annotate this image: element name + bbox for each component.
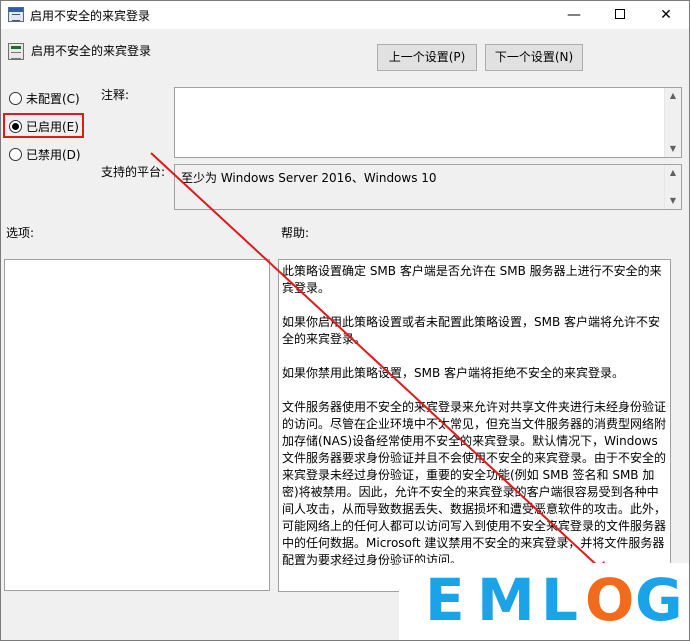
options-label: 选项: — [6, 226, 35, 240]
help-paragraph: 如果你禁用此策略设置，SMB 客户端将拒绝不安全的来宾登录。 — [282, 366, 625, 380]
scroll-down-icon[interactable]: ▼ — [665, 141, 681, 157]
policy-setting-icon — [8, 43, 24, 60]
supported-on-scrollbar[interactable]: ▲ ▼ — [664, 165, 681, 209]
radio-not-configured-label: 未配置(C) — [26, 91, 80, 106]
window-title: 启用不安全的来宾登录 — [30, 9, 151, 23]
comment-scrollbar[interactable]: ▲ ▼ — [664, 88, 681, 157]
minimize-button[interactable]: — — [551, 1, 597, 29]
supported-on-field: 至少为 Windows Server 2016、Windows 10 ▲ ▼ — [174, 164, 682, 210]
maximize-icon — [615, 8, 625, 19]
logo-letter-g: G — [635, 566, 683, 634]
logo-letter-m: M — [477, 566, 535, 634]
logo-letter-l: L — [541, 566, 578, 634]
radio-disabled[interactable]: 已禁用(D) — [9, 145, 81, 163]
maximize-button[interactable] — [597, 1, 643, 29]
help-paragraph: 文件服务器使用不安全的来宾登录来允许对共享文件夹进行未经身份验证的访问。尽管在企… — [282, 400, 667, 567]
policy-title: 启用不安全的来宾登录 — [31, 44, 152, 58]
help-paragraph: 如果你启用此策略设置或者未配置此策略设置，SMB 客户端将允许不安全的来宾登录。 — [282, 315, 661, 346]
title-bar[interactable]: 启用不安全的来宾登录 — ✕ — [1, 1, 689, 29]
radio-disabled-circle[interactable] — [9, 147, 22, 161]
logo-letter-o: O — [585, 566, 635, 634]
radio-not-configured-circle[interactable] — [9, 91, 22, 105]
help-text-pane[interactable]: 此策略设置确定 SMB 客户端是否允许在 SMB 服务器上进行不安全的来宾登录。… — [278, 259, 671, 592]
supported-on-value: 至少为 Windows Server 2016、Windows 10 — [181, 171, 437, 185]
next-setting-button[interactable]: 下一个设置(N) — [485, 44, 583, 71]
scroll-up-icon[interactable]: ▲ — [665, 88, 681, 104]
help-paragraph: 此策略设置确定 SMB 客户端是否允许在 SMB 服务器上进行不安全的来宾登录。 — [282, 264, 662, 295]
radio-not-configured[interactable]: 未配置(C) — [9, 89, 80, 107]
comment-textarea[interactable]: ▲ ▼ — [174, 87, 682, 158]
close-button[interactable]: ✕ — [643, 1, 689, 29]
help-label: 帮助: — [281, 226, 310, 240]
scroll-up-icon[interactable]: ▲ — [665, 165, 681, 181]
previous-setting-button[interactable]: 上一个设置(P) — [377, 44, 477, 71]
scroll-down-icon[interactable]: ▼ — [665, 193, 681, 209]
emlog-watermark-logo: E M L O G — [399, 563, 689, 640]
logo-letter-e: E — [425, 566, 465, 634]
policy-app-icon — [8, 7, 24, 22]
options-pane — [4, 259, 270, 591]
policy-editor-window: 启用不安全的来宾登录 — ✕ 启用不安全的来宾登录 上一个设置(P) 下一个设置… — [0, 0, 690, 641]
radio-disabled-label: 已禁用(D) — [26, 147, 81, 162]
comment-label: 注释: — [101, 88, 130, 102]
enabled-highlight-box — [3, 113, 84, 138]
supported-on-label: 支持的平台: — [101, 165, 166, 179]
